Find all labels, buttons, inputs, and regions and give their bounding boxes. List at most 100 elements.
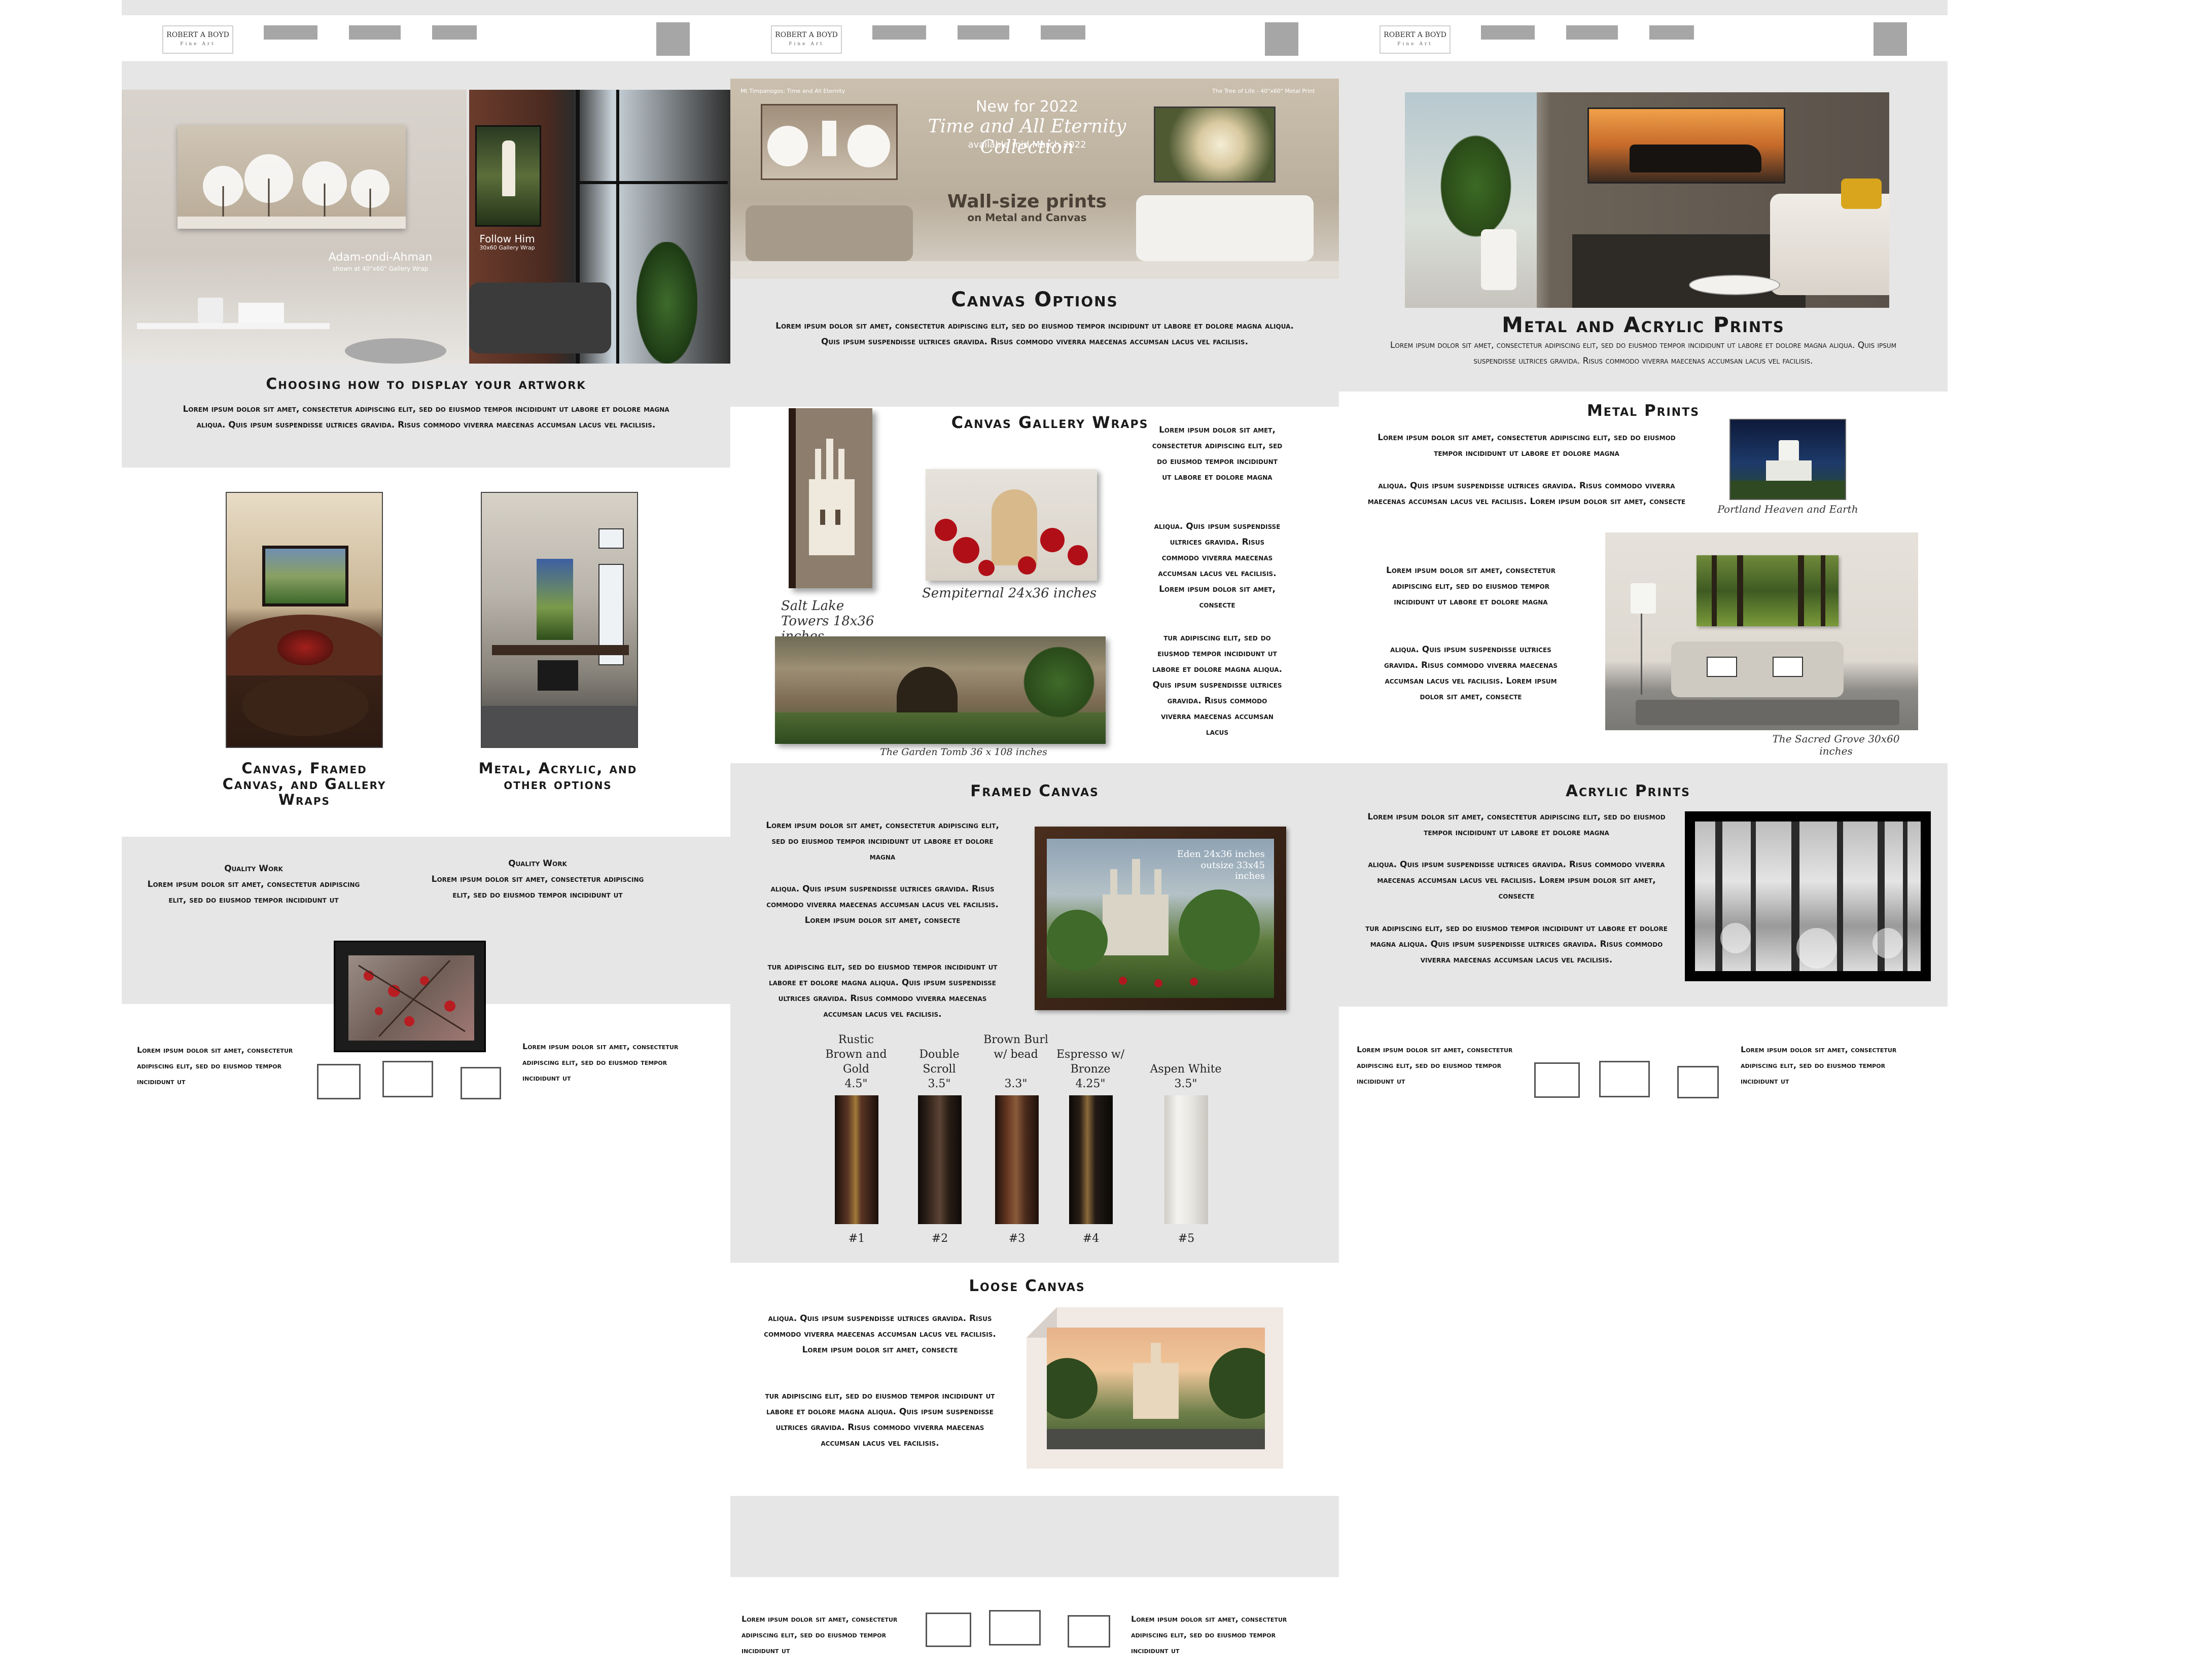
- banner-art-right: [1154, 106, 1276, 183]
- brand-logo[interactable]: ROBERT A BOYD Fine Art: [1380, 25, 1451, 54]
- metal-text: Lorem ipsum dolor sit amet, consectetur …: [1377, 433, 1676, 458]
- moulding-swatch[interactable]: [995, 1095, 1039, 1224]
- banner-new: New for 2022: [975, 98, 1079, 116]
- footer-text: Lorem ipsum dolor sit amet, consectetur …: [137, 1045, 293, 1086]
- nav-link[interactable]: [872, 25, 926, 40]
- option-label[interactable]: Metal, Acrylic, and other options: [472, 761, 644, 792]
- moulding-swatch[interactable]: [835, 1095, 878, 1224]
- framed-sample-image[interactable]: [334, 941, 486, 1052]
- framed-text: aliqua. Quis ipsum suspendisse ultrices …: [766, 884, 999, 925]
- gallery-text: aliqua. Quis ipsum suspendisse ultrices …: [1154, 521, 1281, 610]
- footer-text: Lorem ipsum dolor sit amet, consectetur …: [741, 1614, 898, 1655]
- top-strip: [122, 0, 1948, 15]
- hero-image-adam-ondi-ahman: Adam-ondi-Ahman shown at 40"x60" Gallery…: [122, 90, 467, 364]
- gallery-wrap-sempiternal[interactable]: [926, 469, 1097, 581]
- banner-metal: on Metal and Canvas: [967, 211, 1087, 224]
- section-text: Lorem ipsum dolor sit amet, consectetur …: [775, 321, 1294, 347]
- section-title: Metal and Acrylic Prints: [1502, 312, 1785, 337]
- quality-title: Quality Work: [508, 859, 567, 869]
- option-label[interactable]: Canvas, Framed Canvas, and Gallery Wraps: [213, 761, 396, 808]
- nav-link[interactable]: [432, 25, 477, 40]
- section-title: Choosing how to display your artwork: [266, 375, 586, 393]
- gallery-title: Canvas Gallery Wraps: [951, 413, 1149, 432]
- acrylic-print-forest[interactable]: [1685, 811, 1931, 981]
- nav-link[interactable]: [264, 25, 317, 40]
- cart-icon[interactable]: [656, 22, 690, 56]
- metal-text: Lorem ipsum dolor sit amet, consectetur …: [1386, 565, 1556, 607]
- column-metal-acrylic: ROBERT A BOYD Fine Art Metal and Acrylic …: [1339, 15, 1948, 1098]
- moulding-number: #4: [1082, 1232, 1100, 1245]
- nav-link[interactable]: [1649, 25, 1694, 40]
- footer-panel: [730, 1496, 1339, 1577]
- footer-icon-box[interactable]: [926, 1613, 971, 1647]
- framed-canvas-eden[interactable]: Eden 24x36 inches outsize 33x45 inches: [1035, 827, 1286, 1010]
- cart-icon[interactable]: [1265, 22, 1298, 56]
- nav-link[interactable]: [1566, 25, 1618, 40]
- moulding-size: 4.25": [1075, 1078, 1106, 1090]
- gallery-caption: The Garden Tomb 36 x 108 inches: [880, 746, 1047, 758]
- moulding-swatch[interactable]: [1164, 1095, 1208, 1224]
- moulding-name: Espresso w/ Bronze: [1056, 1048, 1125, 1076]
- metal-text: aliqua. Quis ipsum suspendisse ultrices …: [1367, 481, 1686, 507]
- metal-print-portland[interactable]: [1729, 419, 1846, 500]
- brand-logo[interactable]: ROBERT A BOYD Fine Art: [771, 25, 842, 54]
- quality-text: Lorem ipsum dolor sit amet, consectetur …: [431, 874, 644, 900]
- hero-caption-title: Adam-ondi-Ahman: [328, 251, 433, 264]
- gallery-wrap-garden-tomb[interactable]: [775, 636, 1106, 744]
- nav-link[interactable]: [349, 25, 401, 40]
- metal-caption: Portland Heaven and Earth: [1717, 503, 1858, 515]
- section-text: Lorem ipsum dolor sit amet, consectetur …: [183, 404, 669, 430]
- footer-icon-box[interactable]: [317, 1064, 361, 1099]
- moulding-name: Aspen White: [1150, 1063, 1222, 1076]
- hero-caption-sub: shown at 40"x60" Gallery Wrap: [332, 265, 429, 272]
- moulding-swatch[interactable]: [1069, 1095, 1113, 1224]
- banner-available: available mid March 2022: [968, 139, 1086, 150]
- footer-icon-box[interactable]: [1599, 1061, 1650, 1097]
- footer-text: Lorem ipsum dolor sit amet, consectetur …: [1357, 1045, 1513, 1086]
- column-canvas-display: ROBERT A BOYD Fine Art Adam-ondi-Ahman sh…: [122, 15, 730, 1099]
- gallery-text: tur adipiscing elit, sed do eiusmod temp…: [1152, 633, 1282, 737]
- quality-title: Quality Work: [224, 864, 283, 874]
- column-canvas-options: ROBERT A BOYD Fine Art Mt Timpanogos: Tim…: [730, 15, 1339, 1680]
- acrylic-title: Acrylic Prints: [1565, 782, 1691, 800]
- acrylic-text: Lorem ipsum dolor sit amet, consectetur …: [1367, 812, 1666, 838]
- option-image-metal[interactable]: [481, 492, 638, 748]
- moulding-number: #2: [931, 1232, 948, 1245]
- nav-bar: ROBERT A BOYD Fine Art: [1339, 15, 1948, 62]
- loose-canvas-print[interactable]: [1027, 1307, 1283, 1469]
- footer-text: Lorem ipsum dolor sit amet, consectetur …: [1741, 1045, 1897, 1086]
- promo-banner[interactable]: Mt Timpanogos: Time and All Eternity The…: [730, 79, 1339, 279]
- footer-text: Lorem ipsum dolor sit amet, consectetur …: [1131, 1614, 1287, 1655]
- framed-caption: outsize 33x45 inches: [1200, 860, 1265, 881]
- moulding-size: 4.5": [844, 1078, 868, 1090]
- framed-caption: Eden 24x36 inches: [1177, 849, 1265, 860]
- nav-link[interactable]: [1041, 25, 1085, 40]
- metal-caption: The Sacred Grove 30x60 inches: [1772, 733, 1900, 757]
- brand-logo[interactable]: ROBERT A BOYD Fine Art: [162, 25, 233, 54]
- moulding-swatch[interactable]: [918, 1095, 962, 1224]
- section-title: Canvas Options: [951, 288, 1118, 311]
- gallery-wrap-salt-lake-towers[interactable]: [789, 408, 872, 588]
- cart-icon[interactable]: [1874, 22, 1907, 56]
- footer-icon-box[interactable]: [382, 1061, 433, 1097]
- loose-title: Loose Canvas: [969, 1277, 1085, 1295]
- gallery-text: Lorem ipsum dolor sit amet, consectetur …: [1152, 425, 1283, 482]
- footer-icon-box[interactable]: [1534, 1062, 1580, 1098]
- nav-link[interactable]: [958, 25, 1009, 40]
- footer-icon-box[interactable]: [461, 1067, 501, 1099]
- moulding-name: Double Scroll: [919, 1048, 960, 1076]
- footer-icon-box[interactable]: [1677, 1066, 1719, 1098]
- banner-collection: Time and All Eternity Collection: [928, 116, 1126, 158]
- moulding-number: #5: [1178, 1232, 1195, 1245]
- footer-text: Lorem ipsum dolor sit amet, consectetur …: [522, 1042, 679, 1083]
- loose-text: tur adipiscing elit, sed do eiusmod temp…: [765, 1391, 995, 1448]
- footer-icon-box[interactable]: [1068, 1615, 1110, 1648]
- moulding-size: 3.5": [1174, 1078, 1197, 1090]
- option-image-canvas[interactable]: [226, 492, 383, 748]
- metal-print-sacred-grove-room[interactable]: [1605, 532, 1918, 730]
- banner-art-left: [761, 104, 898, 180]
- nav-link[interactable]: [1481, 25, 1535, 40]
- footer-icon-box[interactable]: [989, 1610, 1041, 1646]
- framed-text: Lorem ipsum dolor sit amet, consectetur …: [766, 820, 999, 862]
- moulding-size: 3.3": [1004, 1078, 1028, 1090]
